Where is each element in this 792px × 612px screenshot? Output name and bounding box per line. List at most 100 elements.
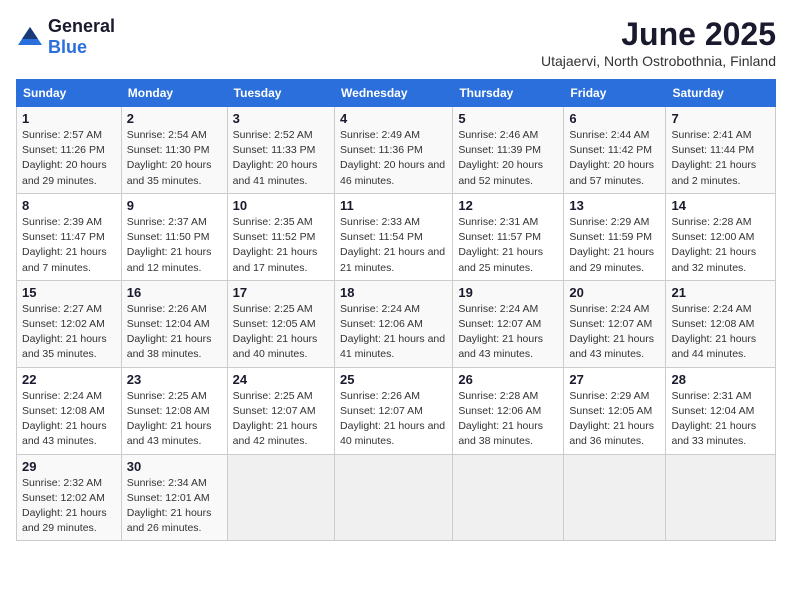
day-cell: 22 Sunrise: 2:24 AMSunset: 12:08 AMDaylig… bbox=[17, 367, 122, 454]
day-number: 28 bbox=[671, 372, 770, 387]
calendar-table: SundayMondayTuesdayWednesdayThursdayFrid… bbox=[16, 79, 776, 541]
day-info: Sunrise: 2:54 AMSunset: 11:30 PMDaylight… bbox=[127, 128, 222, 189]
day-cell: 8Sunrise: 2:39 AMSunset: 11:47 PMDayligh… bbox=[17, 193, 122, 280]
day-number: 3 bbox=[233, 111, 329, 126]
day-cell: 27Sunrise: 2:29 AMSunset: 12:05 AMDaylig… bbox=[564, 367, 666, 454]
day-cell: 20 Sunrise: 2:24 AMSunset: 12:07 AMDaylig… bbox=[564, 280, 666, 367]
day-info: Sunrise: 2:28 AMSunset: 12:00 AMDaylight… bbox=[671, 215, 770, 276]
day-info: Sunrise: 2:26 AMSunset: 12:04 AMDaylight… bbox=[127, 302, 222, 363]
day-cell: 14Sunrise: 2:28 AMSunset: 12:00 AMDaylig… bbox=[666, 193, 776, 280]
day-cell: 28 Sunrise: 2:31 AMSunset: 12:04 AMDaylig… bbox=[666, 367, 776, 454]
day-cell bbox=[227, 454, 334, 541]
day-info: Sunrise: 2:44 AMSunset: 11:42 PMDaylight… bbox=[569, 128, 660, 189]
day-info: Sunrise: 2:27 AMSunset: 12:02 AMDaylight… bbox=[22, 302, 116, 363]
day-number: 6 bbox=[569, 111, 660, 126]
day-cell: 24 Sunrise: 2:25 AMSunset: 12:07 AMDaylig… bbox=[227, 367, 334, 454]
col-header-friday: Friday bbox=[564, 80, 666, 107]
header: General Blue June 2025 Utajaervi, North … bbox=[16, 16, 776, 69]
day-number: 26 bbox=[458, 372, 558, 387]
week-row-2: 8Sunrise: 2:39 AMSunset: 11:47 PMDayligh… bbox=[17, 193, 776, 280]
day-info: Sunrise: 2:35 AMSunset: 11:52 PMDaylight… bbox=[233, 215, 329, 276]
day-cell: 3 Sunrise: 2:52 AMSunset: 11:33 PMDayligh… bbox=[227, 107, 334, 194]
col-header-saturday: Saturday bbox=[666, 80, 776, 107]
day-number: 21 bbox=[671, 285, 770, 300]
day-info: Sunrise: 2:37 AMSunset: 11:50 PMDaylight… bbox=[127, 215, 222, 276]
day-info: Sunrise: 2:24 AMSunset: 12:08 AMDaylight… bbox=[22, 389, 116, 450]
day-info: Sunrise: 2:25 AMSunset: 12:08 AMDaylight… bbox=[127, 389, 222, 450]
week-row-4: 22 Sunrise: 2:24 AMSunset: 12:08 AMDaylig… bbox=[17, 367, 776, 454]
day-number: 1 bbox=[22, 111, 116, 126]
day-number: 20 bbox=[569, 285, 660, 300]
subtitle: Utajaervi, North Ostrobothnia, Finland bbox=[541, 53, 776, 69]
day-cell: 10 Sunrise: 2:35 AMSunset: 11:52 PMDaylig… bbox=[227, 193, 334, 280]
day-cell: 6 Sunrise: 2:44 AMSunset: 11:42 PMDayligh… bbox=[564, 107, 666, 194]
day-number: 5 bbox=[458, 111, 558, 126]
day-cell: 1 Sunrise: 2:57 AMSunset: 11:26 PMDayligh… bbox=[17, 107, 122, 194]
day-number: 2 bbox=[127, 111, 222, 126]
day-info: Sunrise: 2:26 AMSunset: 12:07 AMDaylight… bbox=[340, 389, 447, 450]
day-cell: 11 Sunrise: 2:33 AMSunset: 11:54 PMDaylig… bbox=[335, 193, 453, 280]
day-info: Sunrise: 2:46 AMSunset: 11:39 PMDaylight… bbox=[458, 128, 558, 189]
day-cell: 25 Sunrise: 2:26 AMSunset: 12:07 AMDaylig… bbox=[335, 367, 453, 454]
day-cell: 2 Sunrise: 2:54 AMSunset: 11:30 PMDayligh… bbox=[121, 107, 227, 194]
day-cell: 17 Sunrise: 2:25 AMSunset: 12:05 AMDaylig… bbox=[227, 280, 334, 367]
logo-text: General Blue bbox=[48, 16, 115, 58]
col-header-tuesday: Tuesday bbox=[227, 80, 334, 107]
day-info: Sunrise: 2:25 AMSunset: 12:07 AMDaylight… bbox=[233, 389, 329, 450]
day-info: Sunrise: 2:24 AMSunset: 12:08 AMDaylight… bbox=[671, 302, 770, 363]
day-number: 9 bbox=[127, 198, 222, 213]
day-cell: 12Sunrise: 2:31 AMSunset: 11:57 PMDaylig… bbox=[453, 193, 564, 280]
day-number: 13 bbox=[569, 198, 660, 213]
day-cell: 19Sunrise: 2:24 AMSunset: 12:07 AMDaylig… bbox=[453, 280, 564, 367]
day-cell: 4 Sunrise: 2:49 AMSunset: 11:36 PMDayligh… bbox=[335, 107, 453, 194]
col-header-thursday: Thursday bbox=[453, 80, 564, 107]
day-cell: 16Sunrise: 2:26 AMSunset: 12:04 AMDaylig… bbox=[121, 280, 227, 367]
logo-icon bbox=[16, 25, 44, 49]
day-cell bbox=[453, 454, 564, 541]
day-cell bbox=[666, 454, 776, 541]
day-info: Sunrise: 2:41 AMSunset: 11:44 PMDaylight… bbox=[671, 128, 770, 189]
day-number: 25 bbox=[340, 372, 447, 387]
logo-blue: Blue bbox=[48, 37, 87, 57]
day-number: 23 bbox=[127, 372, 222, 387]
day-cell: 13 Sunrise: 2:29 AMSunset: 11:59 PMDaylig… bbox=[564, 193, 666, 280]
day-info: Sunrise: 2:31 AMSunset: 12:04 AMDaylight… bbox=[671, 389, 770, 450]
day-cell bbox=[564, 454, 666, 541]
col-header-wednesday: Wednesday bbox=[335, 80, 453, 107]
day-number: 29 bbox=[22, 459, 116, 474]
day-info: Sunrise: 2:49 AMSunset: 11:36 PMDaylight… bbox=[340, 128, 447, 189]
day-number: 17 bbox=[233, 285, 329, 300]
day-cell: 26Sunrise: 2:28 AMSunset: 12:06 AMDaylig… bbox=[453, 367, 564, 454]
day-number: 24 bbox=[233, 372, 329, 387]
day-info: Sunrise: 2:57 AMSunset: 11:26 PMDaylight… bbox=[22, 128, 116, 189]
day-number: 4 bbox=[340, 111, 447, 126]
day-cell: 5 Sunrise: 2:46 AMSunset: 11:39 PMDayligh… bbox=[453, 107, 564, 194]
week-row-5: 29 Sunrise: 2:32 AMSunset: 12:02 AMDaylig… bbox=[17, 454, 776, 541]
day-info: Sunrise: 2:29 AMSunset: 12:05 AMDaylight… bbox=[569, 389, 660, 450]
day-number: 15 bbox=[22, 285, 116, 300]
day-number: 22 bbox=[22, 372, 116, 387]
day-info: Sunrise: 2:24 AMSunset: 12:06 AMDaylight… bbox=[340, 302, 447, 363]
day-info: Sunrise: 2:52 AMSunset: 11:33 PMDaylight… bbox=[233, 128, 329, 189]
day-cell: 9 Sunrise: 2:37 AMSunset: 11:50 PMDayligh… bbox=[121, 193, 227, 280]
week-row-3: 15 Sunrise: 2:27 AMSunset: 12:02 AMDaylig… bbox=[17, 280, 776, 367]
day-number: 11 bbox=[340, 198, 447, 213]
day-info: Sunrise: 2:25 AMSunset: 12:05 AMDaylight… bbox=[233, 302, 329, 363]
day-cell bbox=[335, 454, 453, 541]
title-area: June 2025 Utajaervi, North Ostrobothnia,… bbox=[541, 16, 776, 69]
day-number: 12 bbox=[458, 198, 558, 213]
day-info: Sunrise: 2:24 AMSunset: 12:07 AMDaylight… bbox=[569, 302, 660, 363]
col-header-monday: Monday bbox=[121, 80, 227, 107]
day-info: Sunrise: 2:33 AMSunset: 11:54 PMDaylight… bbox=[340, 215, 447, 276]
header-row: SundayMondayTuesdayWednesdayThursdayFrid… bbox=[17, 80, 776, 107]
day-cell: 15 Sunrise: 2:27 AMSunset: 12:02 AMDaylig… bbox=[17, 280, 122, 367]
day-number: 8 bbox=[22, 198, 116, 213]
day-number: 30 bbox=[127, 459, 222, 474]
day-cell: 30Sunrise: 2:34 AMSunset: 12:01 AMDaylig… bbox=[121, 454, 227, 541]
day-info: Sunrise: 2:32 AMSunset: 12:02 AMDaylight… bbox=[22, 476, 116, 537]
day-cell: 23 Sunrise: 2:25 AMSunset: 12:08 AMDaylig… bbox=[121, 367, 227, 454]
day-number: 10 bbox=[233, 198, 329, 213]
day-cell: 29 Sunrise: 2:32 AMSunset: 12:02 AMDaylig… bbox=[17, 454, 122, 541]
day-info: Sunrise: 2:29 AMSunset: 11:59 PMDaylight… bbox=[569, 215, 660, 276]
logo: General Blue bbox=[16, 16, 115, 58]
